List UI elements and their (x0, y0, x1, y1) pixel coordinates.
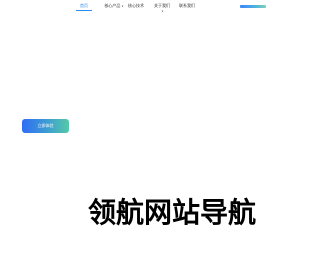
page: 首页 核心产品∨ 核心技术 关于我们∨ 联系我们 立即体验 领航网站导航 (0, 0, 269, 260)
chevron-down-icon: ∨ (161, 9, 164, 13)
nav-item-label: 核心技术 (128, 3, 144, 8)
try-now-button[interactable]: 立即体验 (22, 119, 69, 133)
top-nav: 首页 核心产品∨ 核心技术 关于我们∨ 联系我们 (0, 0, 269, 22)
nav-item-home[interactable]: 首页 (74, 3, 94, 11)
nav-item-label: 联系我们 (179, 3, 195, 8)
nav-item-technology[interactable]: 核心技术 (128, 3, 144, 8)
nav-item-products[interactable]: 核心产品∨ (101, 3, 127, 9)
nav-item-contact[interactable]: 联系我们 (178, 3, 196, 8)
logo[interactable] (240, 5, 266, 8)
nav-item-label: 核心产品 (104, 3, 121, 8)
nav-item-label: 首页 (80, 3, 88, 8)
chevron-down-icon: ∨ (121, 4, 124, 8)
watermark-text: 领航网站导航 (88, 196, 257, 229)
nav-item-about[interactable]: 关于我们∨ (153, 3, 171, 14)
nav-item-label: 关于我们 (154, 3, 170, 8)
active-underline (76, 10, 92, 11)
